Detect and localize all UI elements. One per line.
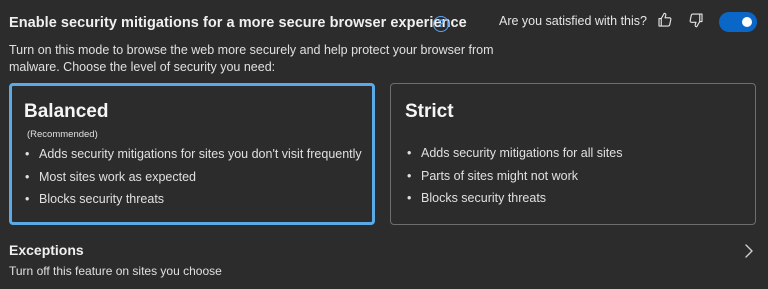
bullet-text: Blocks security threats bbox=[39, 192, 165, 206]
help-icon[interactable]: ? bbox=[433, 16, 449, 32]
list-item: • Adds security mitigations for all sites bbox=[404, 145, 622, 168]
mode-subtitle: (Recommended) bbox=[27, 129, 98, 140]
feedback-question: Are you satisfied with this? bbox=[499, 14, 647, 28]
mode-title: Strict bbox=[405, 101, 454, 122]
list-item: • Adds security mitigations for sites you… bbox=[22, 146, 362, 169]
toggle-knob bbox=[742, 17, 752, 27]
mode-bullets: • Adds security mitigations for sites you… bbox=[22, 146, 362, 214]
thumbs-up-icon[interactable] bbox=[656, 11, 674, 29]
bullet-text: Adds security mitigations for all sites bbox=[421, 146, 623, 160]
mode-title: Balanced bbox=[24, 101, 109, 122]
list-item: • Blocks security threats bbox=[22, 191, 362, 214]
mode-card-balanced[interactable]: Balanced (Recommended) • Adds security mi… bbox=[9, 83, 375, 225]
mode-card-strict[interactable]: Strict • Adds security mitigations for al… bbox=[390, 83, 756, 225]
exceptions-subtitle: Turn off this feature on sites you choos… bbox=[9, 264, 222, 278]
bullet-text: Blocks security threats bbox=[421, 191, 547, 205]
thumbs-down-icon[interactable] bbox=[687, 11, 705, 29]
bullet-icon: • bbox=[25, 169, 30, 184]
bullet-icon: • bbox=[25, 147, 30, 161]
security-toggle[interactable] bbox=[719, 12, 757, 32]
bullet-icon: • bbox=[407, 146, 412, 160]
list-item: • Blocks security threats bbox=[404, 190, 622, 213]
section-description: Turn on this mode to browse the web more… bbox=[9, 43, 494, 74]
bullet-text: Most sites work as expected bbox=[39, 169, 197, 184]
bullet-text: Parts of sites might not work bbox=[421, 168, 579, 183]
bullet-icon: • bbox=[407, 168, 412, 183]
security-header: Enable security mitigations for a more s… bbox=[9, 11, 768, 36]
section-title: Enable security mitigations for a more s… bbox=[9, 15, 467, 31]
list-item: • Most sites work as expected bbox=[22, 169, 362, 192]
bullet-icon: • bbox=[25, 192, 30, 206]
bullet-text: Adds security mitigations for sites you … bbox=[39, 147, 362, 161]
exceptions-title: Exceptions bbox=[9, 242, 84, 258]
exceptions-row[interactable]: Exceptions Turn off this feature on site… bbox=[0, 236, 768, 286]
mode-bullets: • Adds security mitigations for all sites… bbox=[404, 145, 622, 213]
bullet-icon: • bbox=[407, 191, 412, 205]
list-item: • Parts of sites might not work bbox=[404, 168, 622, 191]
chevron-right-icon[interactable] bbox=[743, 243, 755, 259]
